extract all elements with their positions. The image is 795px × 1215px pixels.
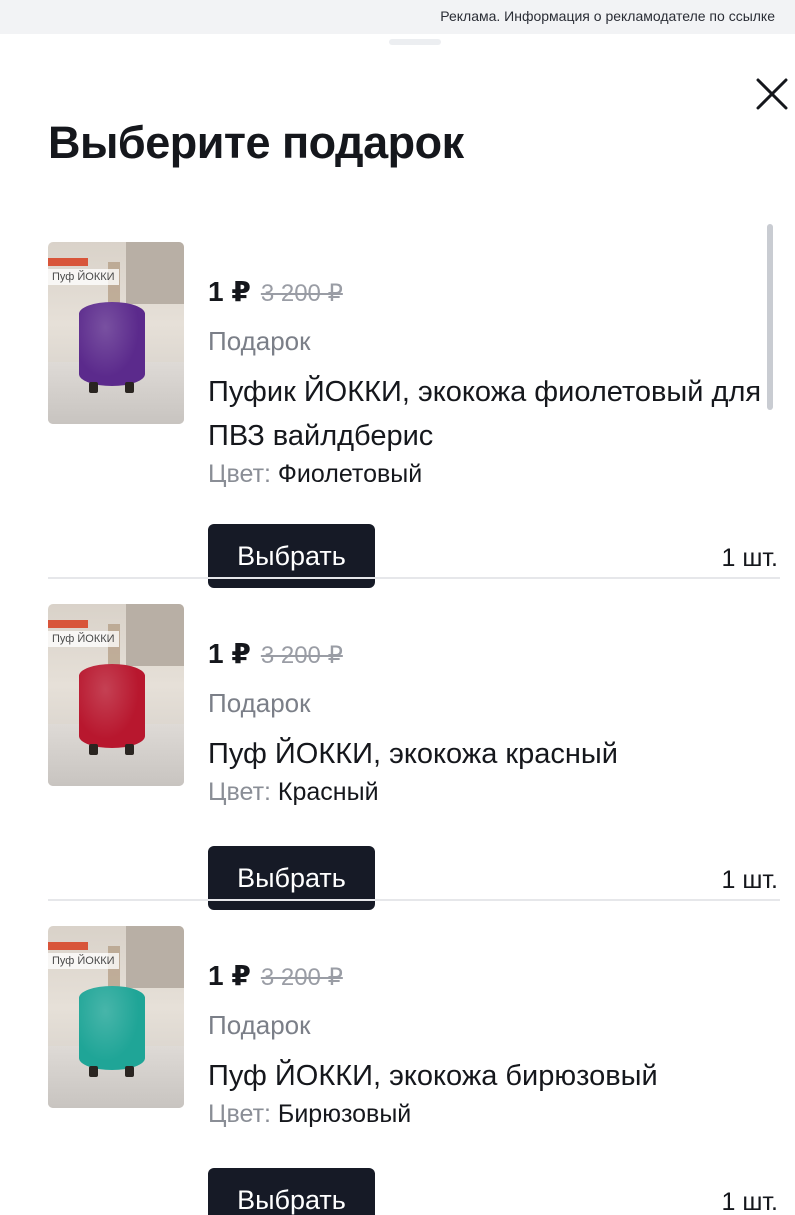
ad-disclaimer-link[interactable]: Реклама. Информация о рекламодателе по с… bbox=[440, 8, 775, 24]
product-image[interactable]: Пуф ЙОККИ bbox=[48, 926, 184, 1108]
price-row: 1 ₽ 3 200 ₽ bbox=[208, 637, 343, 677]
image-brand-label: Пуф ЙОККИ bbox=[48, 631, 119, 647]
old-price: 3 200 ₽ bbox=[260, 280, 343, 307]
color-value: Бирюзовый bbox=[277, 1100, 412, 1128]
product-image[interactable]: Пуф ЙОККИ bbox=[48, 604, 184, 786]
image-brand-label: Пуф ЙОККИ bbox=[48, 953, 119, 969]
color-value: Фиолетовый bbox=[277, 460, 423, 488]
product-name[interactable]: Пуф ЙОККИ, экокожа бирюзовый bbox=[208, 1054, 768, 1098]
ad-strip: Реклама. Информация о рекламодателе по с… bbox=[0, 0, 795, 34]
price-row: 1 ₽ 3 200 ₽ bbox=[208, 275, 343, 315]
pouf-leg bbox=[89, 744, 98, 755]
image-brand-label: Пуф ЙОККИ bbox=[48, 269, 119, 285]
sheet-drag-handle[interactable] bbox=[389, 39, 441, 45]
divider bbox=[48, 577, 780, 579]
color-key: Цвет: bbox=[208, 1100, 271, 1128]
quantity: 1 шт. bbox=[721, 544, 778, 572]
product-image[interactable]: Пуф ЙОККИ bbox=[48, 242, 184, 424]
close-icon bbox=[756, 78, 788, 110]
quantity: 1 шт. bbox=[721, 866, 778, 894]
color-key: Цвет: bbox=[208, 460, 271, 488]
pouf-shape bbox=[79, 664, 145, 748]
old-price: 3 200 ₽ bbox=[260, 964, 343, 991]
image-tag bbox=[48, 258, 88, 266]
image-shelf bbox=[126, 926, 184, 988]
pouf-shape bbox=[79, 986, 145, 1070]
divider bbox=[48, 899, 780, 901]
image-shelf bbox=[126, 242, 184, 304]
color-line: Цвет: Бирюзовый bbox=[208, 1100, 411, 1129]
close-button[interactable] bbox=[752, 74, 792, 114]
price: 1 ₽ bbox=[208, 276, 251, 307]
gift-bottom-sheet: Выберите подарок Пуф ЙОККИ 1 ₽ 3 200 ₽ По… bbox=[0, 34, 795, 1215]
old-price: 3 200 ₽ bbox=[260, 642, 343, 669]
pouf-leg bbox=[89, 382, 98, 393]
color-line: Цвет: Фиолетовый bbox=[208, 460, 422, 489]
quantity: 1 шт. bbox=[721, 1188, 778, 1215]
pouf-leg bbox=[125, 382, 134, 393]
image-tag bbox=[48, 942, 88, 950]
pouf-shape bbox=[79, 302, 145, 386]
gift-label: Подарок bbox=[208, 688, 311, 718]
select-button[interactable]: Выбрать bbox=[208, 1168, 375, 1215]
color-value: Красный bbox=[277, 778, 379, 806]
product-name[interactable]: Пуф ЙОККИ, экокожа красный bbox=[208, 732, 768, 776]
color-key: Цвет: bbox=[208, 778, 271, 806]
pouf-leg bbox=[125, 1066, 134, 1077]
product-name[interactable]: Пуфик ЙОККИ, экокожа фиолетовый для ПВЗ … bbox=[208, 370, 768, 458]
price-row: 1 ₽ 3 200 ₽ bbox=[208, 959, 343, 999]
gift-selection-screen: Реклама. Информация о рекламодателе по с… bbox=[0, 0, 795, 1215]
image-shelf bbox=[126, 604, 184, 666]
color-line: Цвет: Красный bbox=[208, 778, 379, 807]
pouf-leg bbox=[125, 744, 134, 755]
pouf-leg bbox=[89, 1066, 98, 1077]
image-tag bbox=[48, 620, 88, 628]
gift-label: Подарок bbox=[208, 1010, 311, 1040]
gift-label: Подарок bbox=[208, 326, 311, 356]
price: 1 ₽ bbox=[208, 960, 251, 991]
price: 1 ₽ bbox=[208, 638, 251, 669]
sheet-title: Выберите подарок bbox=[48, 117, 464, 168]
